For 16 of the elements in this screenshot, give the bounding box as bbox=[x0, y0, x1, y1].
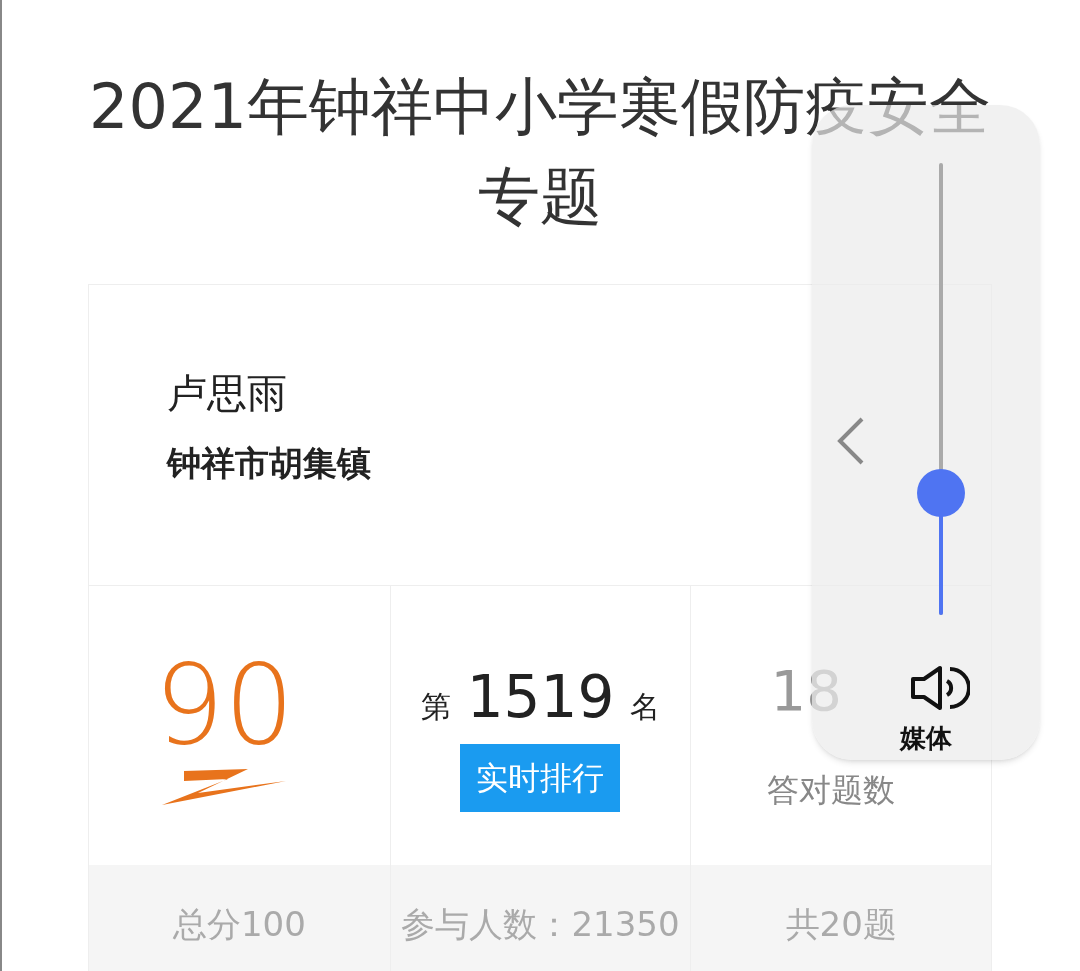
rank-value: 1519 bbox=[466, 661, 615, 732]
rank-prefix: 第 bbox=[420, 687, 451, 726]
rank-suffix: 名 bbox=[630, 687, 661, 726]
stat-footer: 参与人数：21350 bbox=[390, 865, 691, 971]
stat-footer: 共20题 bbox=[691, 865, 991, 971]
slider-thumb[interactable] bbox=[917, 468, 965, 517]
media-label: 媒体 bbox=[898, 722, 953, 755]
correct-count: 18 bbox=[770, 656, 842, 725]
correct-caption: 答对题数 bbox=[767, 769, 896, 811]
score-value: 90 bbox=[154, 644, 295, 765]
location-text: 钟祥市胡集镇 bbox=[167, 442, 372, 485]
speaker-icon[interactable] bbox=[910, 665, 970, 711]
stat-footer: 总分100 bbox=[89, 865, 390, 971]
page-title: 2021年钟祥中小学寒假防疫安全专题 bbox=[88, 69, 992, 235]
student-name: 卢思雨 bbox=[167, 369, 288, 418]
live-ranking-button[interactable]: 实时排行 bbox=[460, 743, 621, 812]
